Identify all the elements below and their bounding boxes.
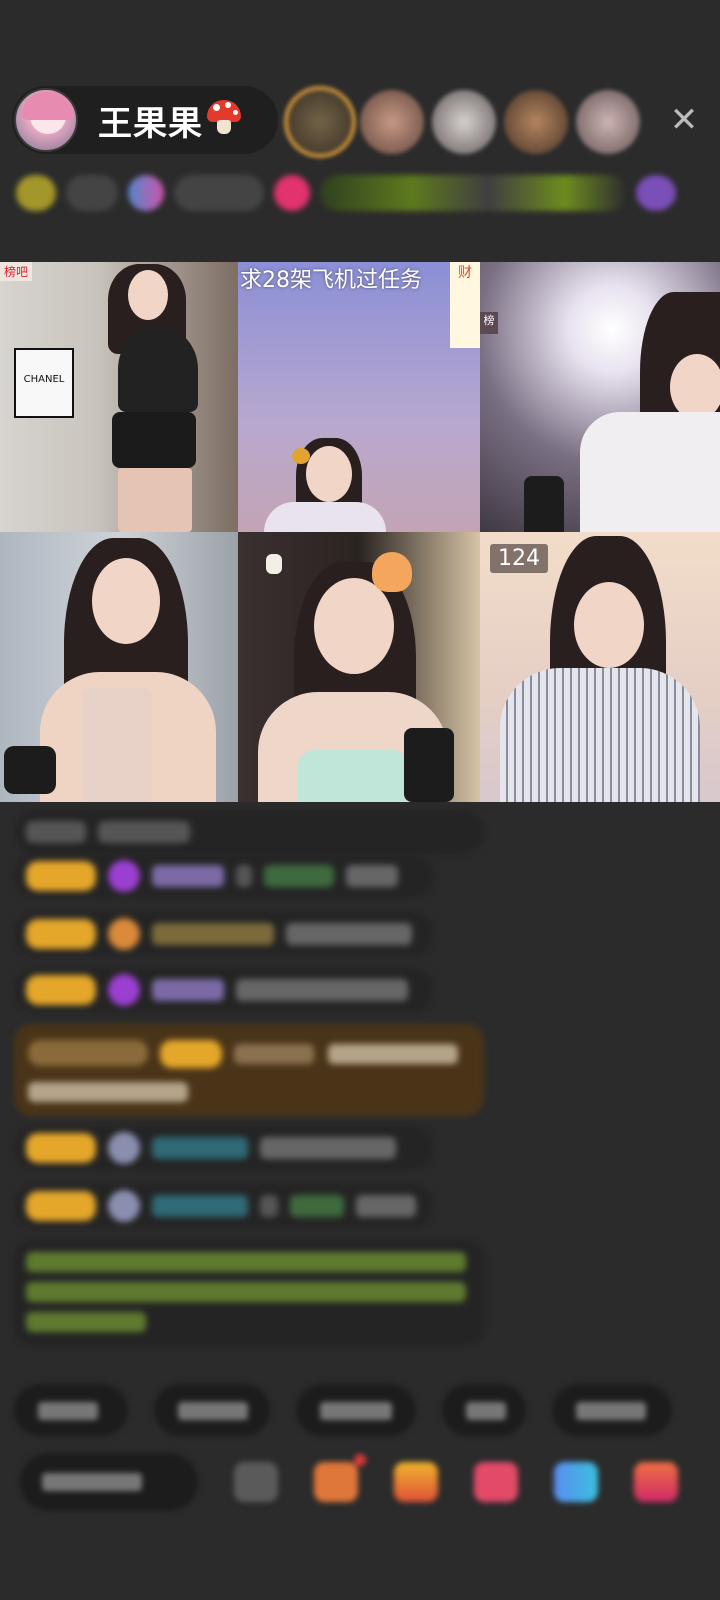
chat-message [14, 810, 484, 854]
quick-reply-row [14, 1384, 720, 1440]
tile-caption: 求28架飞机过任务 [240, 268, 422, 293]
chat-message-highlight [14, 1024, 484, 1116]
video-tile-6[interactable]: 124 [480, 532, 720, 802]
wall-poster: CHANEL [14, 348, 74, 418]
video-tile-3[interactable]: 榜 [480, 262, 720, 532]
chat-message [14, 854, 434, 898]
video-tile-1[interactable]: 榜吧 CHANEL [0, 262, 238, 532]
heart-gift-icon[interactable] [474, 1462, 518, 1502]
gift-box-icon[interactable] [314, 1462, 358, 1502]
notification-dot [354, 1454, 366, 1466]
viewer-avatar[interactable] [504, 90, 568, 154]
viewer-avatar[interactable] [288, 90, 352, 154]
chat-message [14, 912, 434, 956]
viewer-avatar[interactable] [576, 90, 640, 154]
bottom-action-bar [20, 1452, 720, 1512]
gift-icon[interactable] [634, 1462, 678, 1502]
quick-reply-chip[interactable] [442, 1384, 526, 1436]
chat-system-notice [14, 1240, 484, 1346]
quick-reply-chip[interactable] [14, 1384, 128, 1436]
quick-reply-chip[interactable] [154, 1384, 270, 1436]
chat-input[interactable] [20, 1453, 198, 1511]
fortune-tag: 财 [450, 262, 480, 348]
tile-count-badge: 124 [490, 544, 548, 573]
viewer-avatar-list [288, 86, 640, 158]
host-avatar[interactable] [14, 88, 78, 152]
video-tile-5[interactable] [238, 532, 480, 802]
share-icon[interactable] [554, 1462, 598, 1502]
close-icon[interactable]: ✕ [664, 100, 704, 140]
host-info-pill[interactable]: 王果果 [12, 86, 278, 154]
quick-reply-chip[interactable] [296, 1384, 416, 1436]
mushroom-icon [205, 98, 243, 136]
viewer-avatar[interactable] [432, 90, 496, 154]
treasure-icon[interactable] [394, 1462, 438, 1502]
status-bar [16, 166, 706, 220]
tile-tag: 榜吧 [0, 262, 33, 281]
quick-reply-chip[interactable] [552, 1384, 672, 1436]
chat-message [14, 1126, 434, 1170]
video-tile-4[interactable] [0, 532, 238, 802]
video-tile-2[interactable]: 求28架飞机过任务 财 [238, 262, 480, 532]
host-name: 王果果 [98, 103, 203, 144]
tile-side-tag: 榜 [480, 312, 498, 334]
multi-guest-video-grid: 榜吧 CHANEL 求28架飞机过任务 财 榜 124 [0, 262, 720, 802]
chat-message [14, 1184, 434, 1228]
chat-message [14, 968, 434, 1012]
emoji-icon[interactable] [234, 1462, 278, 1502]
viewer-avatar[interactable] [360, 90, 424, 154]
